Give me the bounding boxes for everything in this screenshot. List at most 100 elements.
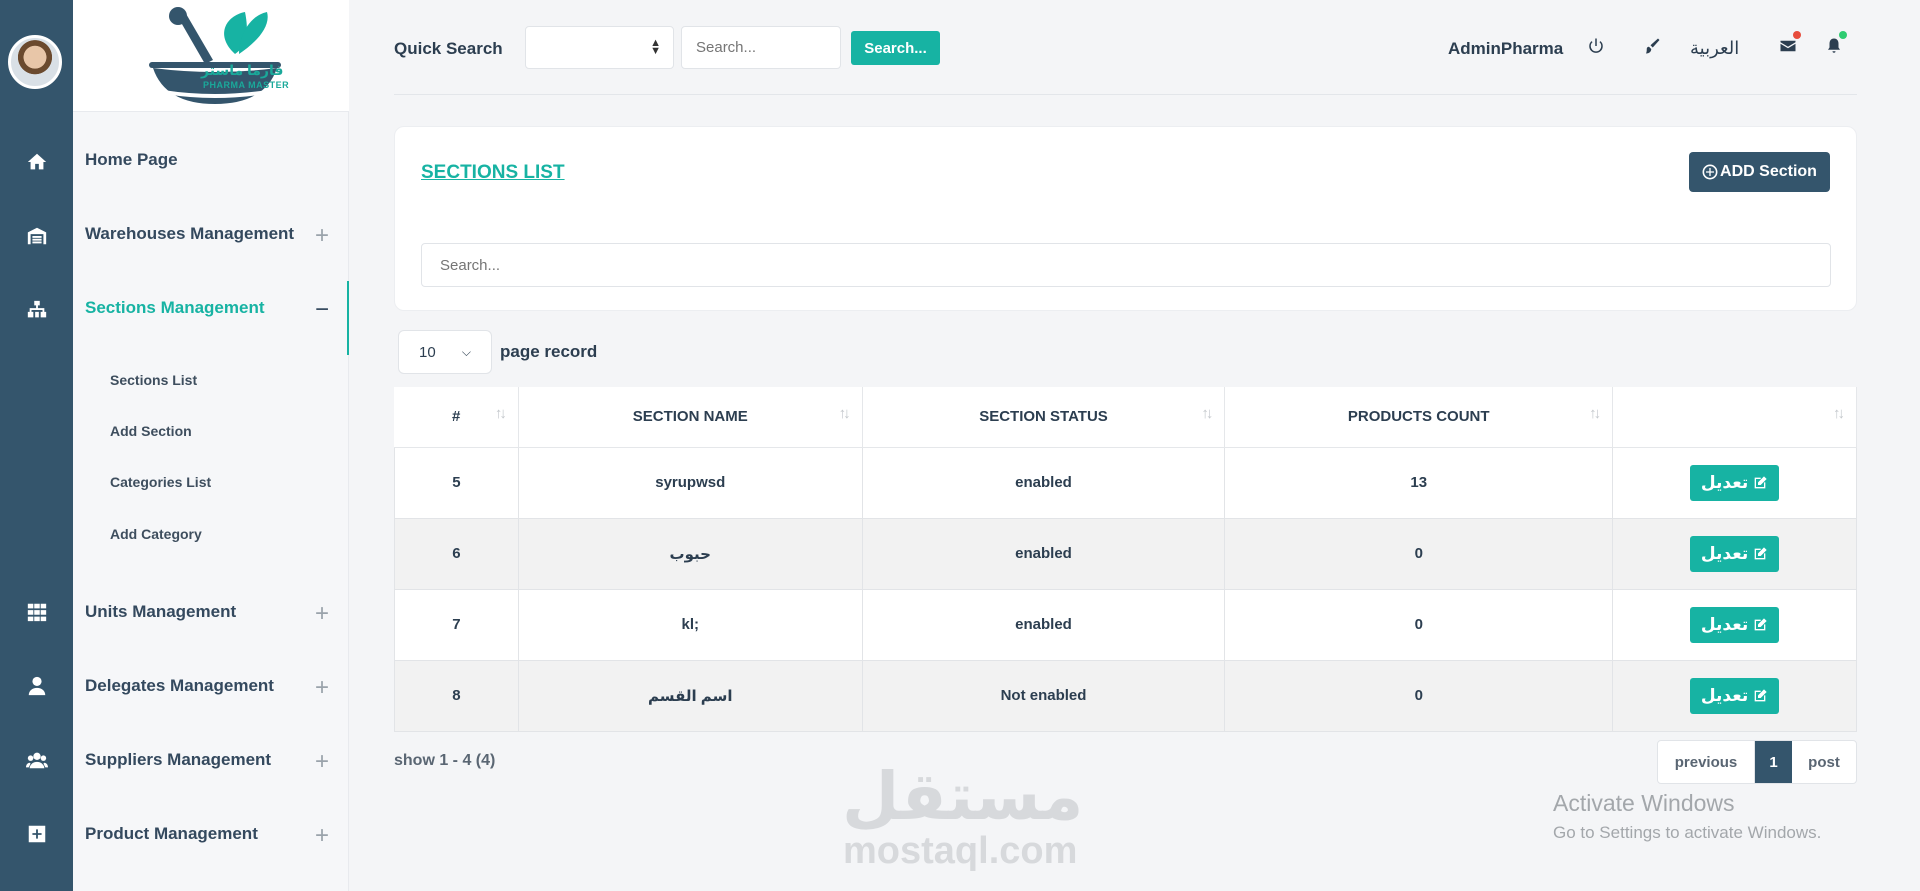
collapse-icon[interactable]: −: [310, 296, 334, 324]
edit-label: تعديل: [1700, 543, 1749, 564]
plus-square-icon[interactable]: [0, 814, 73, 854]
grid-icon[interactable]: [0, 592, 73, 632]
sidebar-item-sections[interactable]: Sections Management: [85, 298, 265, 318]
quick-search-label: Quick Search: [394, 39, 503, 58]
cell-status: enabled: [861, 588, 1226, 661]
brand-name-ar: فارما ماستر: [201, 62, 284, 78]
pagination: previous 1 post: [1657, 740, 1857, 784]
icon-rail: [0, 0, 73, 891]
quick-search-button[interactable]: Search...: [851, 31, 940, 65]
chevron-down-icon: ⌵: [461, 344, 471, 359]
sort-icon[interactable]: ↑↓: [1201, 405, 1213, 422]
warehouse-icon[interactable]: [0, 216, 73, 256]
cell-id: 6: [394, 517, 519, 590]
next-page-button[interactable]: post: [1792, 741, 1856, 783]
column-header-count[interactable]: PRODUCTS COUNT ↑↓: [1224, 387, 1614, 448]
header-divider: [394, 94, 1857, 95]
edit-button[interactable]: تعديل: [1690, 606, 1780, 643]
page-title[interactable]: SECTIONS LIST: [421, 162, 565, 184]
page-1-button[interactable]: 1: [1755, 741, 1792, 783]
users-icon[interactable]: [0, 740, 73, 780]
cell-id: 8: [394, 659, 519, 732]
table-row: 7 kl; enabled 0 تعديل: [394, 588, 1857, 661]
edit-button[interactable]: تعديل: [1690, 677, 1780, 714]
edit-icon: [1754, 688, 1767, 701]
quick-search-input[interactable]: [681, 26, 841, 69]
table-header-row: # ↑↓ SECTION NAME ↑↓ SECTION STATUS ↑↓ PROD…: [394, 387, 1857, 448]
edit-button[interactable]: تعديل: [1690, 535, 1780, 572]
cell-id: 7: [394, 588, 519, 661]
edit-icon: [1754, 617, 1767, 630]
edit-button[interactable]: تعديل: [1690, 464, 1780, 501]
edit-label: تعديل: [1700, 472, 1749, 493]
expand-icon[interactable]: +: [310, 748, 334, 776]
sidebar-item-suppliers[interactable]: Suppliers Management: [85, 750, 271, 770]
subitem-add-category[interactable]: Add Category: [110, 526, 202, 542]
user-icon[interactable]: [0, 666, 73, 706]
brand-name-en: PHARMA MASTER: [203, 80, 290, 90]
cell-name: syrupwsd: [517, 446, 863, 519]
plus-circle-icon: [1702, 164, 1718, 180]
edit-icon: [1754, 475, 1767, 488]
column-header-name[interactable]: SECTION NAME ↑↓: [518, 387, 863, 448]
quick-search-select[interactable]: ▲ ▼: [525, 26, 674, 69]
sidebar-item-products[interactable]: Product Management: [85, 824, 258, 844]
cell-name: kl;: [517, 588, 863, 661]
sort-icon[interactable]: ↑↓: [1589, 405, 1601, 422]
expand-icon[interactable]: +: [310, 222, 334, 250]
watermark-english: mostaql.com: [843, 830, 1078, 872]
cell-actions: تعديل: [1612, 446, 1857, 519]
subitem-categories-list[interactable]: Categories List: [110, 474, 211, 490]
expand-icon[interactable]: +: [310, 600, 334, 628]
watermark-arabic: مستقل: [842, 758, 1084, 835]
column-header-status[interactable]: SECTION STATUS ↑↓: [862, 387, 1226, 448]
cell-count: 13: [1224, 446, 1614, 519]
sort-icon[interactable]: ↑↓: [495, 405, 507, 422]
subitem-sections-list[interactable]: Sections List: [110, 372, 197, 388]
home-icon[interactable]: [0, 142, 73, 182]
table-row: 6 حبوب enabled 0 تعديل: [394, 517, 1857, 590]
sidebar-item-units[interactable]: Units Management: [85, 602, 236, 622]
column-header-actions[interactable]: ↑↓: [1612, 387, 1857, 448]
sidebar-item-home[interactable]: Home Page: [85, 150, 178, 170]
edit-label: تعديل: [1700, 685, 1749, 706]
add-section-button[interactable]: ADD Section: [1689, 152, 1830, 192]
cell-status: enabled: [861, 517, 1226, 590]
table-row: 8 اسم القسم Not enabled 0 تعديل: [394, 659, 1857, 732]
cell-actions: تعديل: [1612, 517, 1857, 590]
add-section-label: ADD Section: [1720, 163, 1817, 180]
page-size-select[interactable]: 10 ⌵: [398, 330, 492, 374]
column-header-id[interactable]: # ↑↓: [394, 387, 519, 448]
edit-icon: [1754, 546, 1767, 559]
mail-notification-dot: [1793, 31, 1801, 39]
power-icon[interactable]: [1584, 34, 1608, 58]
sort-icon[interactable]: ↑↓: [839, 405, 851, 422]
cell-count: 0: [1224, 588, 1614, 661]
activate-windows-title: Activate Windows: [1553, 790, 1735, 816]
page-size-value: 10: [419, 343, 436, 361]
expand-icon[interactable]: +: [310, 674, 334, 702]
records-summary: show 1 - 4 (4): [394, 752, 496, 769]
activate-windows-subtitle: Go to Settings to activate Windows.: [1553, 823, 1822, 842]
table-row: 5 syrupwsd enabled 13 تعديل: [394, 446, 1857, 519]
cell-actions: تعديل: [1612, 588, 1857, 661]
bell-notification-dot: [1839, 31, 1847, 39]
user-name[interactable]: AdminPharma: [1448, 39, 1563, 59]
subitem-add-section[interactable]: Add Section: [110, 423, 192, 439]
sidebar-item-warehouses[interactable]: Warehouses Management: [85, 224, 294, 244]
sitemap-icon[interactable]: [0, 290, 73, 330]
expand-icon[interactable]: +: [310, 822, 334, 850]
table-search-input[interactable]: [421, 243, 1831, 287]
cell-count: 0: [1224, 659, 1614, 732]
select-arrows-icon: ▲ ▼: [650, 37, 661, 57]
cell-count: 0: [1224, 517, 1614, 590]
user-avatar[interactable]: [8, 35, 62, 89]
mortar-leaf-icon: [149, 7, 281, 104]
sidebar-item-delegates[interactable]: Delegates Management: [85, 676, 274, 696]
previous-page-button[interactable]: previous: [1658, 741, 1755, 783]
brand-logo[interactable]: فارما ماستر PHARMA MASTER: [73, 0, 349, 112]
cell-status: Not enabled: [861, 659, 1226, 732]
language-switch[interactable]: العربية: [1690, 38, 1739, 59]
brush-icon[interactable]: [1640, 34, 1664, 58]
sort-icon[interactable]: ↑↓: [1833, 405, 1845, 422]
